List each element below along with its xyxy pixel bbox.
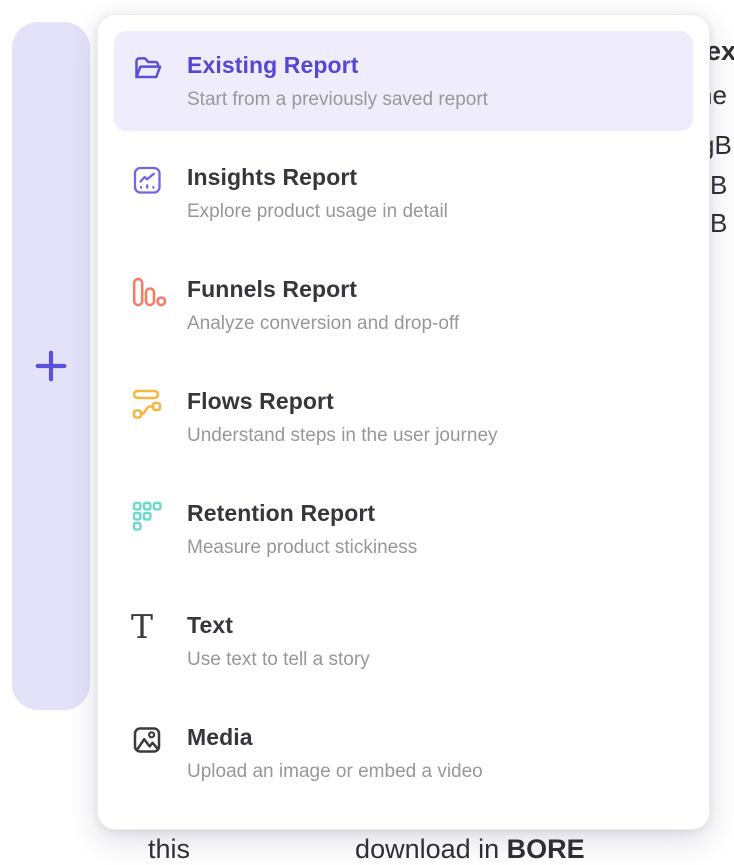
menu-item-description: Use text to tell a story xyxy=(187,648,370,671)
menu-item-title: Media xyxy=(187,723,483,751)
menu-item-title: Retention Report xyxy=(187,499,417,527)
menu-item-description: Explore product usage in detail xyxy=(187,200,448,223)
folder-open-icon xyxy=(131,52,167,86)
insights-chart-icon xyxy=(131,164,167,198)
plus-icon xyxy=(32,347,70,385)
menu-item-flows-report[interactable]: Flows Report Understand steps in the use… xyxy=(114,367,693,467)
funnel-bars-icon xyxy=(131,276,167,310)
menu-item-funnels-report[interactable]: Funnels Report Analyze conversion and dr… xyxy=(114,255,693,355)
menu-item-title: Funnels Report xyxy=(187,275,459,303)
background-text-fragment: B xyxy=(710,210,727,236)
menu-item-description: Analyze conversion and drop-off xyxy=(187,312,459,335)
background-text-fragment: this download in BORE xyxy=(148,835,585,865)
text-icon: T xyxy=(131,612,167,646)
menu-item-media[interactable]: Media Upload an image or embed a video xyxy=(114,703,693,803)
menu-item-description: Measure product stickiness xyxy=(187,536,417,559)
menu-item-description: Upload an image or embed a video xyxy=(187,760,483,783)
background-text-fragment: ex xyxy=(706,38,734,65)
background-text-fragment: BORE xyxy=(507,834,585,864)
menu-item-text[interactable]: T Text Use text to tell a story xyxy=(114,591,693,691)
menu-item-title: Text xyxy=(187,611,370,639)
menu-item-existing-report[interactable]: Existing Report Start from a previously … xyxy=(114,31,693,131)
background-text-fragment: this download in xyxy=(148,834,507,864)
menu-item-title: Flows Report xyxy=(187,387,498,415)
board-add-column xyxy=(12,22,90,710)
add-content-menu: Existing Report Start from a previously … xyxy=(97,14,710,830)
menu-item-description: Understand steps in the user journey xyxy=(187,424,498,447)
menu-item-insights-report[interactable]: Insights Report Explore product usage in… xyxy=(114,143,693,243)
menu-item-retention-report[interactable]: Retention Report Measure product stickin… xyxy=(114,479,693,579)
menu-item-description: Start from a previously saved report xyxy=(187,88,488,111)
add-content-button[interactable] xyxy=(31,346,71,386)
menu-item-title: Insights Report xyxy=(187,163,448,191)
retention-grid-icon xyxy=(131,500,167,534)
menu-item-title: Existing Report xyxy=(187,51,488,79)
media-image-icon xyxy=(131,724,167,758)
flows-icon xyxy=(131,388,167,422)
background-text-fragment: B xyxy=(710,172,727,198)
